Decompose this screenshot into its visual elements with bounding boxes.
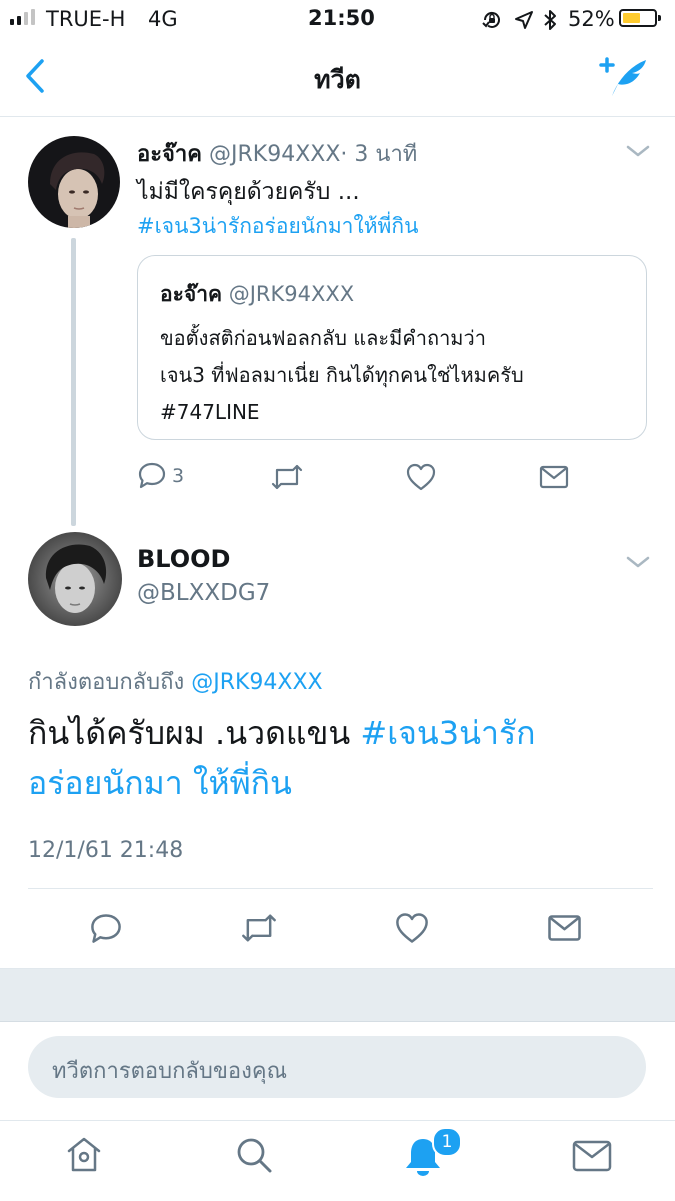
messages-icon[interactable] [572,1139,612,1173]
tweet-text: ไม่มีใครคุยด้วยครับ ... [137,179,360,205]
home-icon[interactable] [64,1135,104,1175]
status-bar: TRUE-H 4G 21:50 52% [0,0,675,38]
reply-icon[interactable] [89,911,123,945]
tweet-header: อะจ๊าค @JRK94XXX· 3 นาที [137,136,417,171]
reply-count: 3 [172,465,185,487]
display-name[interactable]: BLOOD [137,545,230,573]
tweet-text: กินได้ครับผม .นวดแขน #เจน3น่ารัก อร่อยนั… [28,708,536,808]
hashtag-link[interactable]: #เจน3น่ารักอร่อยนักมาให้พี่กิน [137,210,418,243]
battery-percent: 52% [568,7,615,31]
user-handle[interactable]: @BLXXDG7 [137,580,270,606]
avatar[interactable] [28,136,120,228]
navigation-bar: ทวีต [0,38,675,117]
reply-input-placeholder: ทวีตการตอบกลับของคุณ [52,1059,287,1084]
reply-input[interactable]: ทวีตการตอบกลับของคุณ [28,1036,646,1098]
profile-photo [28,136,120,228]
quoted-tweet[interactable]: อะจ๊าค @JRK94XXX ขอตั้งสติก่อนฟอลกลับ แล… [137,255,647,440]
replying-to-label: กำลังตอบกลับถึง [28,670,185,695]
chevron-down-icon[interactable] [626,143,650,159]
thread-connector-line [71,238,76,526]
chevron-down-icon[interactable] [626,554,650,570]
user-handle[interactable]: @JRK94XXX [209,142,340,167]
rotation-lock-icon [482,11,500,28]
battery-icon [619,9,661,27]
tweet-text-plain: กินได้ครับผม .นวดแขน [28,714,351,752]
reply-button[interactable] [137,460,167,494]
search-icon[interactable] [234,1135,274,1175]
bluetooth-icon [544,10,556,30]
section-separator [0,968,675,1022]
separator: · [340,142,348,167]
quoted-user-handle: @JRK94XXX [228,282,355,306]
tweet-timestamp: 12/1/61 21:48 [28,838,184,863]
replying-to: กำลังตอบกลับถึง @JRK94XXX [28,664,323,699]
direct-message-icon[interactable] [547,913,582,943]
quoted-text-line: ขอตั้งสติก่อนฟอลกลับ และมีคำถามว่า [160,326,486,350]
quoted-display-name: อะจ๊าค [160,282,223,306]
direct-message-icon[interactable] [539,464,569,490]
tab-bar: 1 [0,1120,675,1201]
page-title: ทวีต [314,65,361,94]
reply-icon [138,462,166,489]
retweet-icon[interactable] [270,462,304,492]
avatar[interactable] [28,532,122,626]
display-name[interactable]: อะจ๊าค [137,142,202,167]
carrier-name: TRUE-H [46,7,126,31]
notification-badge: 1 [432,1127,462,1157]
hashtag-link-continuation[interactable]: อร่อยนักมา ให้พี่กิน [28,758,536,808]
replying-to-handle[interactable]: @JRK94XXX [191,670,322,695]
clock: 21:50 [308,6,375,30]
like-icon[interactable] [405,462,437,492]
quoted-text-line: #747LINE [160,400,260,424]
location-icon [515,11,533,29]
compose-tweet-icon[interactable] [598,56,650,98]
hashtag-link[interactable]: #เจน3น่ารัก [360,714,535,752]
quoted-text-line: เจน3 ที่ฟอลมาเนี่ย กินได้ทุกคนใช่ไหมครับ [160,363,524,387]
tweet-time-ago: 3 นาที [354,142,418,167]
network-type: 4G [148,7,178,31]
retweet-icon[interactable] [240,911,278,945]
divider [28,888,653,889]
like-icon[interactable] [394,911,430,945]
profile-photo [28,532,122,626]
